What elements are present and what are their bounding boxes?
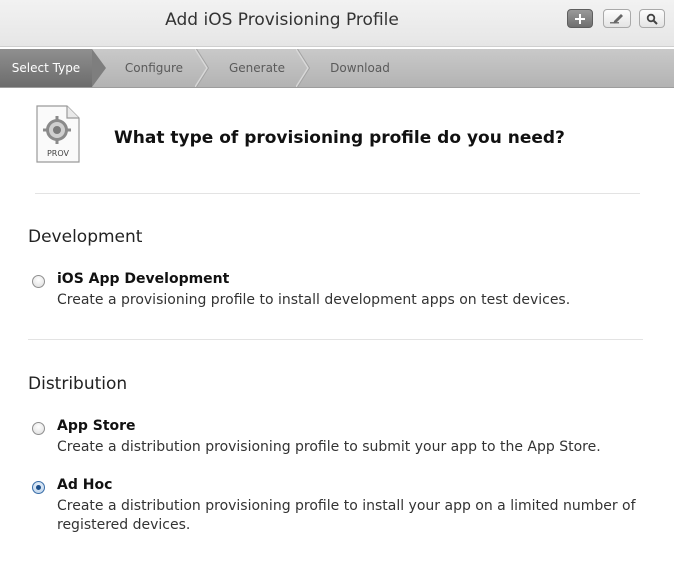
title-bar: Add iOS Provisioning Profile [0, 0, 674, 47]
option-title-app-store: App Store [57, 418, 136, 434]
option-desc-app-store: Create a distribution provisioning profi… [57, 439, 601, 455]
step-select-type: Select Type [0, 49, 92, 87]
step-configure: Configure [124, 61, 184, 75]
step-bar: Select Type Configure Generate Download [0, 49, 674, 88]
magnifier-icon [646, 13, 658, 25]
page-title: Add iOS Provisioning Profile [165, 10, 399, 30]
radio-app-store[interactable] [32, 422, 45, 435]
add-button[interactable] [567, 9, 593, 28]
option-desc-ios-app-development: Create a provisioning profile to install… [57, 292, 571, 308]
edit-button[interactable] [603, 9, 631, 28]
divider [35, 193, 640, 194]
page-question: What type of provisioning profile do you… [114, 128, 565, 148]
plus-icon [574, 13, 586, 25]
radio-ios-app-development[interactable] [32, 275, 45, 288]
step-generate: Generate [228, 61, 286, 75]
active-step-arrow [92, 49, 106, 87]
option-title-ios-app-development: iOS App Development [57, 271, 230, 287]
pencil-icon [609, 13, 625, 25]
development-heading: Development [28, 227, 143, 247]
provisioning-file-icon: PROV [35, 105, 81, 163]
option-title-ad-hoc: Ad Hoc [57, 477, 113, 493]
distribution-heading: Distribution [28, 374, 128, 394]
divider [28, 339, 643, 340]
step-download: Download [330, 61, 390, 75]
search-button[interactable] [639, 9, 665, 28]
option-desc-ad-hoc: Create a distribution provisioning profi… [57, 498, 636, 533]
radio-ad-hoc[interactable] [32, 481, 45, 494]
prov-label: PROV [47, 149, 70, 158]
